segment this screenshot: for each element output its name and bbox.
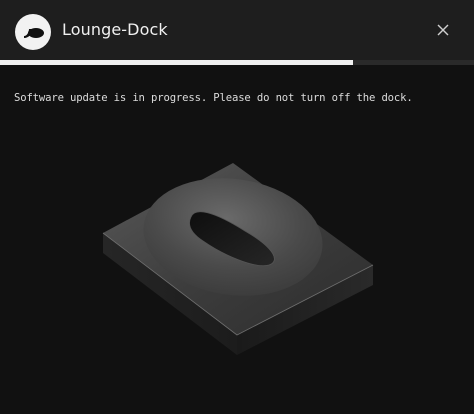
- close-icon[interactable]: [434, 21, 452, 39]
- dock-device-image: [95, 155, 385, 364]
- update-progress-bar: [0, 60, 474, 65]
- title-bar: Lounge-Dock: [0, 0, 474, 60]
- update-status-message: Software update is in progress. Please d…: [14, 92, 413, 104]
- window-title: Lounge-Dock: [62, 20, 168, 39]
- update-progress-fill: [0, 60, 354, 65]
- lounge-dock-logo-icon: [15, 14, 51, 50]
